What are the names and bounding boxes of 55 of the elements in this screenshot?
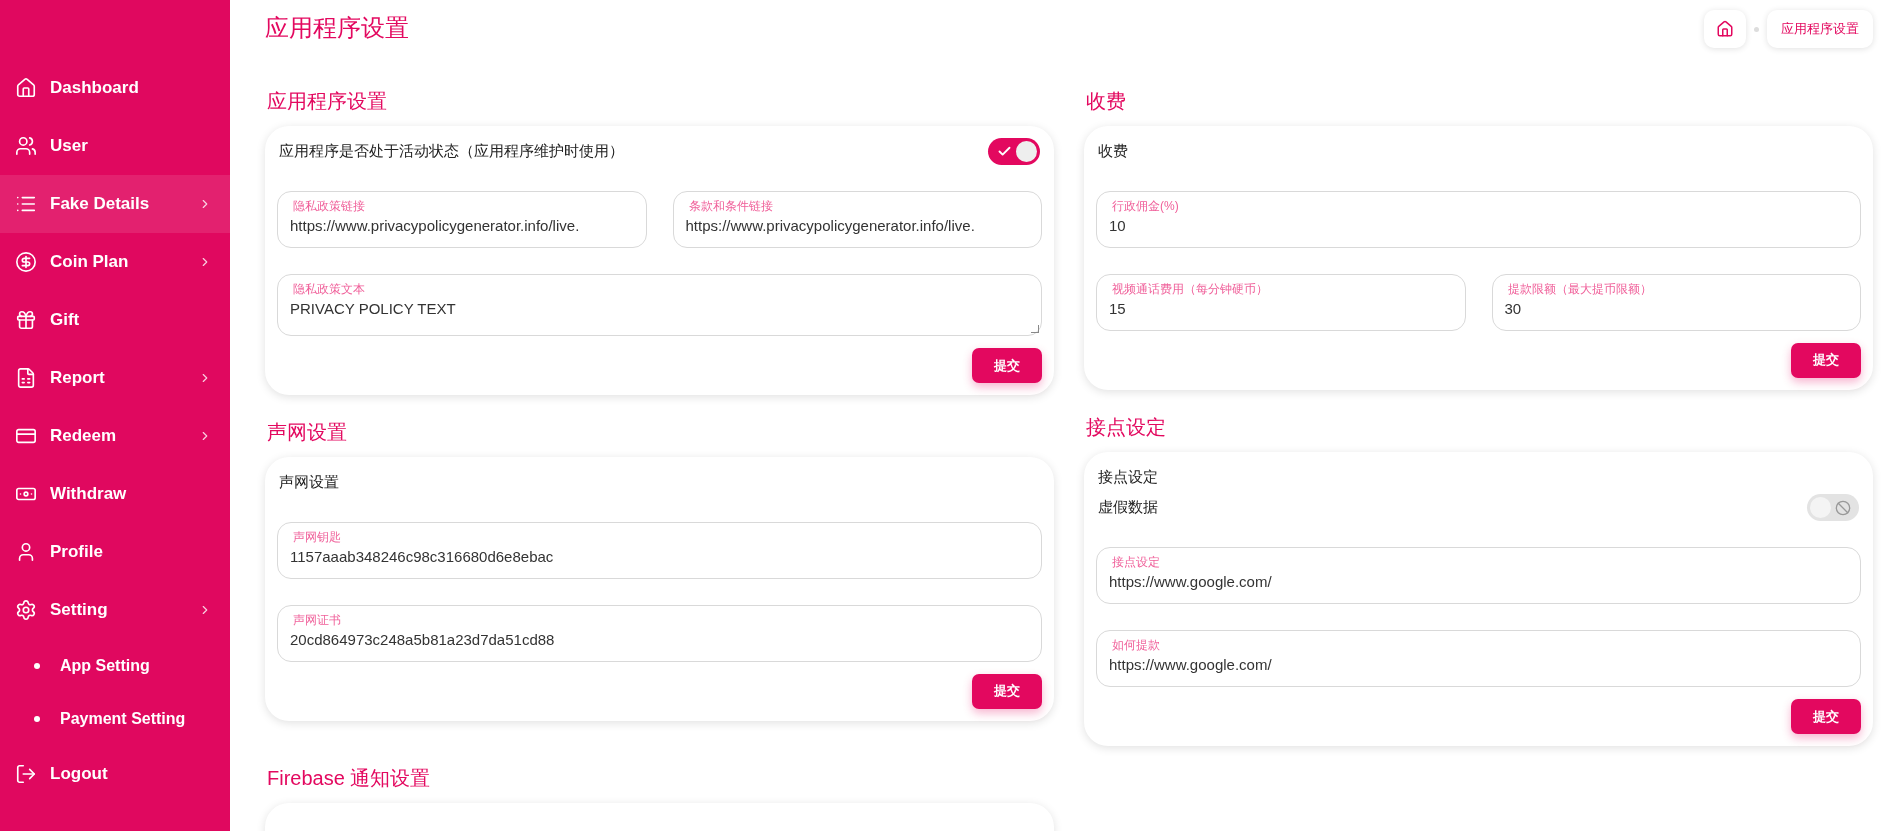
section-title: Firebase 通知设置: [266, 765, 432, 791]
input-field[interactable]: 行政佣金(%) 10: [1096, 190, 1861, 248]
sidebar-item[interactable]: Redeem: [0, 407, 230, 465]
sidebar-item[interactable]: Coin Plan: [0, 233, 230, 291]
sidebar-item[interactable]: Dashboard: [0, 59, 230, 117]
bullet-icon: [34, 715, 40, 722]
home-icon: [1716, 20, 1734, 38]
sidebar-item[interactable]: Withdraw: [0, 465, 230, 523]
submit-button[interactable]: 提交: [972, 673, 1042, 709]
breadcrumb-current[interactable]: 应用程序设置: [1767, 10, 1873, 48]
input-field[interactable]: 声网钥匙 1157aaab348246c98c316680d6e8ebac: [277, 521, 1042, 579]
disabled-icon: [1835, 499, 1851, 516]
section-title: 收费: [1085, 89, 1127, 114]
home-button[interactable]: [1704, 10, 1746, 48]
text-area[interactable]: 隐私政策文本 PRIVACY POLICY TEXT: [277, 274, 1042, 336]
resize-handle-icon: [1031, 325, 1039, 333]
switch-label: 虚假数据: [1098, 497, 1158, 518]
sidebar-item[interactable]: Report: [0, 349, 230, 407]
input-field[interactable]: 接点设定 https://www.google.com/: [1096, 547, 1861, 604]
input-field[interactable]: 视频通话费用（每分钟硬币） 15: [1096, 273, 1466, 331]
sidebar-item[interactable]: Setting: [0, 581, 230, 639]
section-title: 应用程序设置: [266, 89, 388, 114]
document-icon: [15, 367, 37, 389]
sidebar-subitem[interactable]: App Setting: [0, 639, 230, 692]
submit-button[interactable]: 提交: [972, 348, 1042, 383]
sidebar-item[interactable]: Profile: [0, 523, 230, 581]
input-field[interactable]: 隐私政策链接 https://www.privacypolicygenerator.info/live.: [277, 191, 647, 248]
sidebar-item[interactable]: User: [0, 117, 230, 175]
sidebar-item[interactable]: Logout: [0, 745, 230, 803]
logout-icon: [15, 763, 37, 785]
users-icon: [15, 135, 37, 157]
card-heading: 声网设置: [278, 472, 340, 492]
coin-icon: [15, 251, 37, 273]
settings-icon: [15, 599, 37, 621]
input-field[interactable]: 声网证书 20cd864973c248a5b81a23d7da51cd88: [277, 604, 1042, 662]
sidebar-subitem[interactable]: Payment Setting: [0, 692, 230, 745]
sidebar-item[interactable]: Fake Details: [0, 175, 230, 233]
toggle-switch[interactable]: [988, 138, 1040, 165]
section-title: 声网设置: [266, 420, 348, 445]
input-field[interactable]: 提款限额（最大提币限额） 30: [1491, 273, 1861, 331]
input-field[interactable]: 条款和条件链接 https://www.privacypolicygenerator.info/live.: [672, 191, 1042, 248]
input-field[interactable]: 如何提款 https://www.google.com/: [1096, 630, 1861, 687]
switch-label: 应用程序是否处于活动状态（应用程序维护时使用）: [279, 141, 624, 162]
card-heading: 接点设定: [1097, 466, 1159, 487]
page-title: 应用程序设置: [265, 13, 409, 43]
submit-button[interactable]: 提交: [1791, 699, 1861, 734]
section-title: 接点设定: [1085, 414, 1167, 440]
home-icon: [15, 77, 37, 99]
toggle-switch[interactable]: [1807, 494, 1859, 521]
submit-button[interactable]: 提交: [1791, 342, 1861, 378]
gift-icon: [15, 309, 37, 331]
bullet-icon: [34, 662, 40, 669]
check-icon: [997, 144, 1012, 159]
sidebar-item[interactable]: Gift: [0, 291, 230, 349]
card-heading: 收费: [1097, 141, 1129, 161]
